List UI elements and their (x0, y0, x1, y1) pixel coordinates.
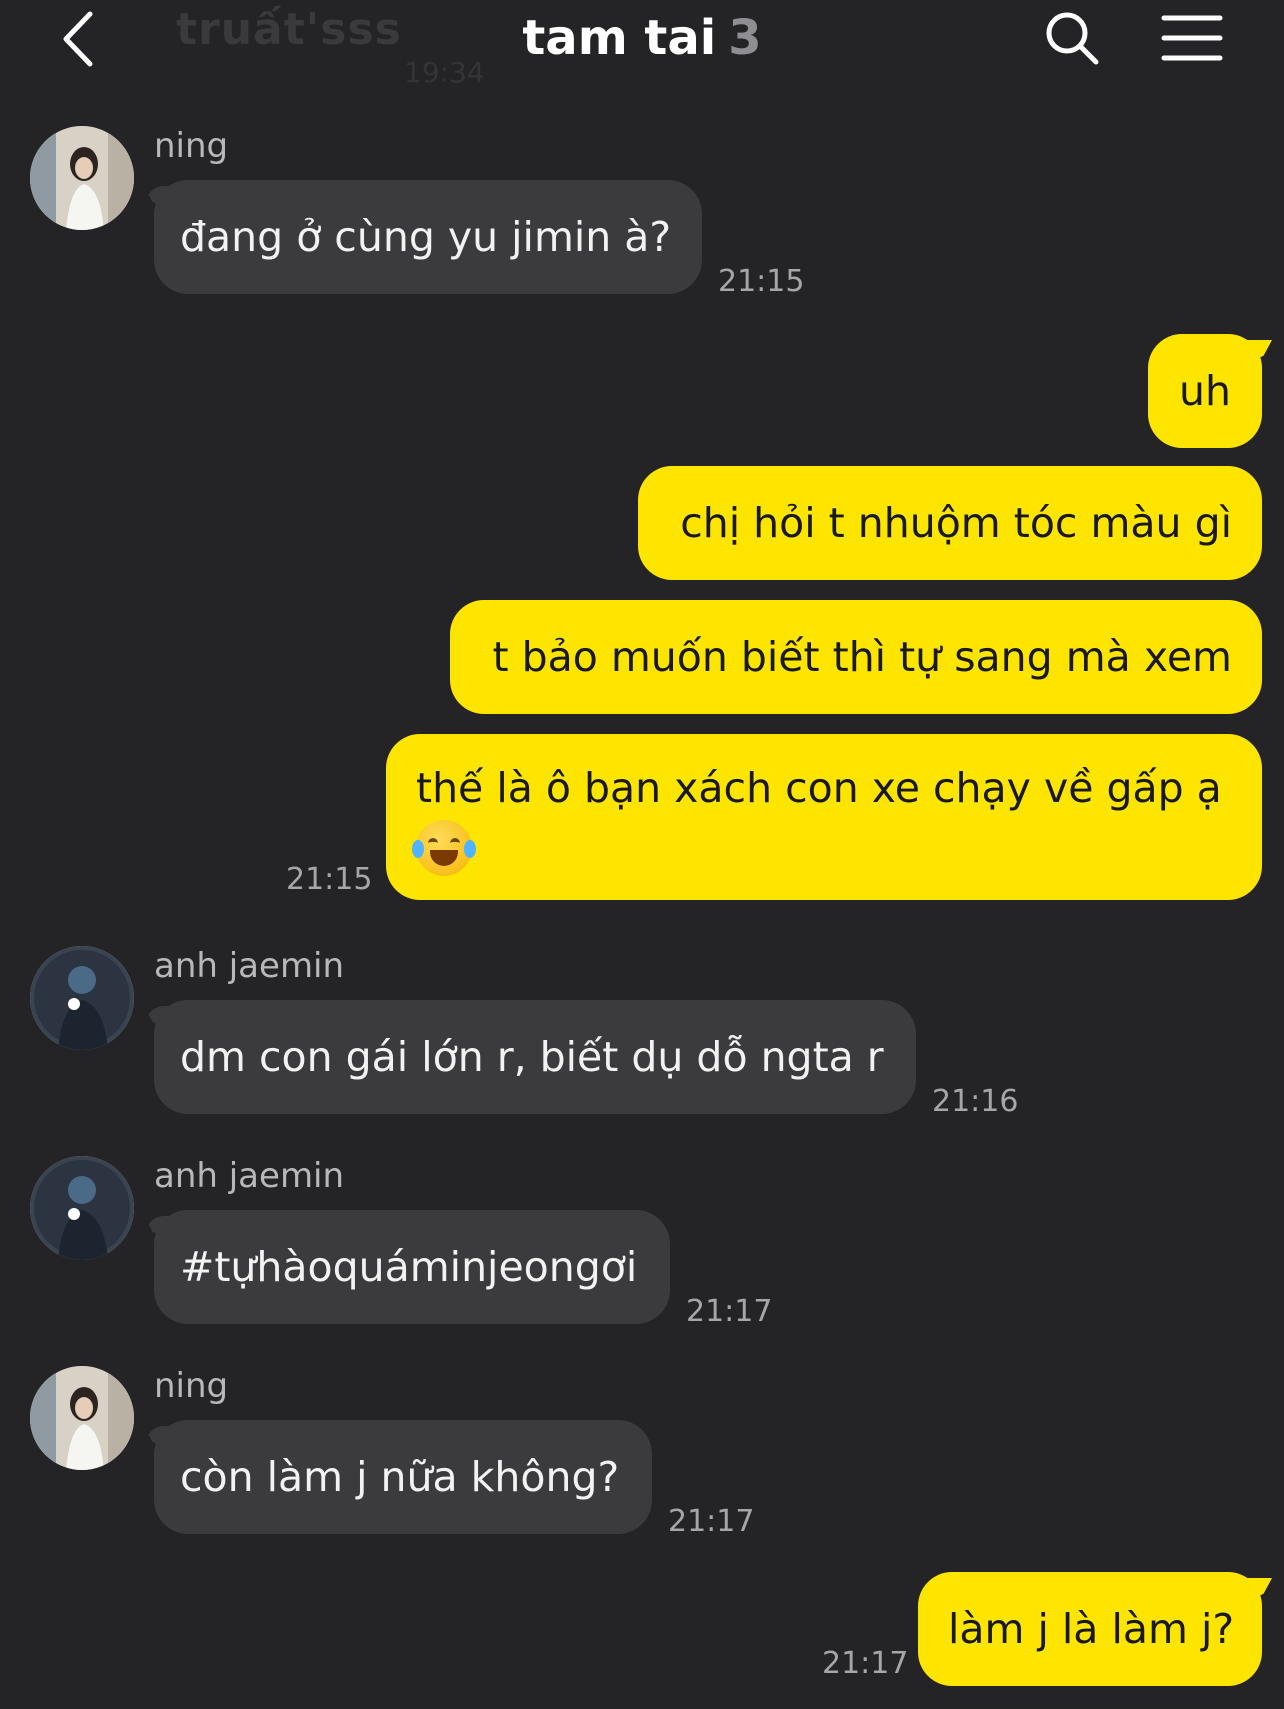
message-time: 21:17 (668, 1504, 755, 1539)
sender-name: anh jaemin (154, 946, 345, 986)
message-time: 21:17 (822, 1646, 909, 1681)
avatar[interactable] (30, 1156, 134, 1260)
avatar[interactable] (30, 126, 134, 230)
message-time: 21:16 (932, 1084, 1019, 1119)
hamburger-menu-icon (1161, 15, 1223, 61)
message-text: chị hỏi t nhuộm tóc màu gì (680, 499, 1232, 547)
message-bubble[interactable]: đang ở cùng yu jimin à? (154, 180, 702, 294)
message-bubble[interactable]: chị hỏi t nhuộm tóc màu gì (638, 466, 1262, 580)
profile-photo-icon (30, 1156, 134, 1260)
message-time: 21:15 (718, 264, 805, 299)
chat-name: tam tai (522, 10, 717, 66)
message-bubble[interactable]: #tựhàoquáminjeongơi (154, 1210, 670, 1324)
message-bubble[interactable]: thế là ô bạn xách con xe chạy về gấp ạ (386, 734, 1262, 900)
message-text: t bảo muốn biết thì tự sang mà xem (492, 633, 1232, 681)
member-count: 3 (728, 10, 762, 66)
message-time: 21:15 (286, 862, 373, 897)
message-time: 21:17 (686, 1294, 773, 1329)
message-text: uh (1179, 367, 1231, 415)
message-bubble[interactable]: còn làm j nữa không? (154, 1420, 652, 1534)
sender-name: ning (154, 1366, 229, 1406)
message-text: làm j là làm j? (948, 1605, 1235, 1653)
menu-button[interactable] (1160, 12, 1224, 64)
sender-name: anh jaemin (154, 1156, 345, 1196)
message-bubble[interactable]: làm j là làm j? (918, 1572, 1262, 1686)
search-icon (1046, 12, 1099, 65)
sender-name: ning (154, 126, 229, 166)
profile-photo-icon (30, 126, 134, 230)
message-text: còn làm j nữa không? (180, 1453, 620, 1501)
message-text: đang ở cùng yu jimin à? (180, 213, 672, 261)
message-text: dm con gái lớn r, biết dụ dỗ ngta r (180, 1033, 884, 1081)
message-text: thế là ô bạn xách con xe chạy về gấp ạ (416, 764, 1222, 812)
profile-photo-icon (30, 1366, 134, 1470)
message-bubble[interactable]: t bảo muốn biết thì tự sang mà xem (450, 600, 1262, 714)
chat-header: truất'sss 19:34 tam tai 3 (0, 0, 1284, 92)
avatar[interactable] (30, 1366, 134, 1470)
message-bubble[interactable]: dm con gái lớn r, biết dụ dỗ ngta r (154, 1000, 916, 1114)
message-text: #tựhàoquáminjeongơi (180, 1243, 638, 1291)
face-with-tears-of-joy-icon (412, 820, 476, 876)
avatar[interactable] (30, 946, 134, 1050)
message-bubble[interactable]: uh (1148, 334, 1262, 448)
search-button[interactable] (1042, 8, 1102, 68)
profile-photo-icon (30, 946, 134, 1050)
